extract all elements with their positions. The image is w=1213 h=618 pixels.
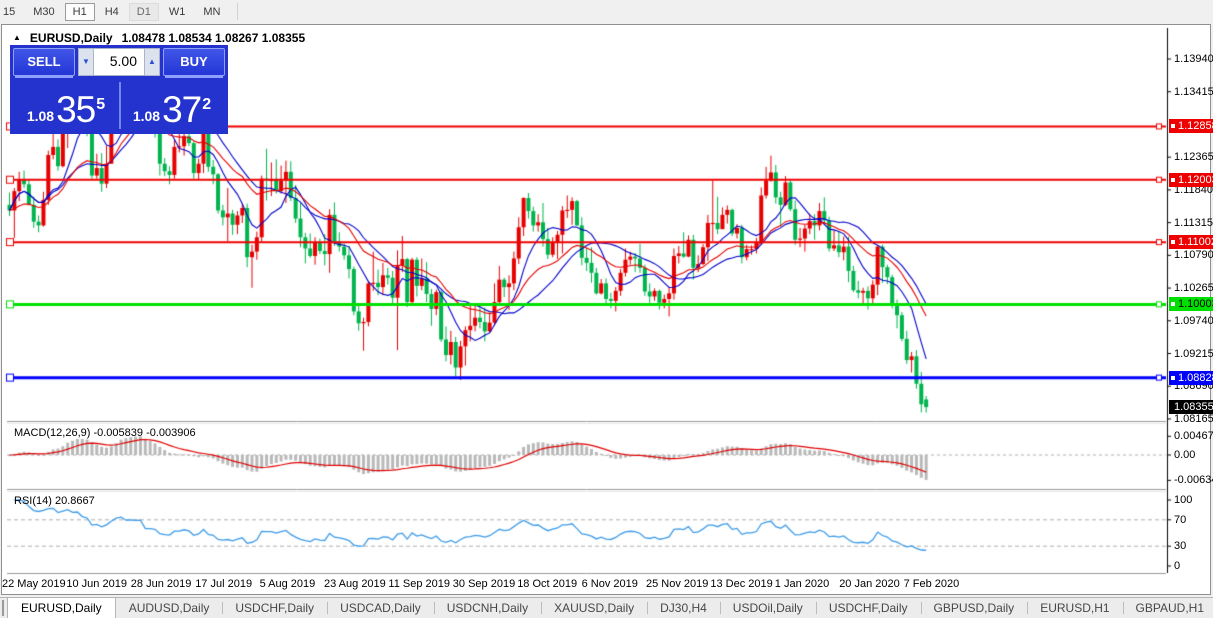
rsi-axis-tick: 0 [1174, 560, 1181, 572]
date-label: 11 Sep 2019 [388, 578, 450, 590]
price-axis-tick: 1.09215 [1174, 347, 1213, 360]
price-level-tag[interactable]: 1.08828 [1169, 370, 1213, 385]
tab-gbpaud-h1[interactable]: GBPAUD,H1 [1122, 598, 1213, 618]
tabbar-grip[interactable] [2, 600, 4, 616]
tab-audusd-daily[interactable]: AUDUSD,Daily [116, 598, 223, 618]
date-label: 1 Jan 2020 [774, 578, 830, 590]
sell-button[interactable]: SELL [13, 48, 75, 76]
date-label: 17 Jul 2019 [195, 578, 253, 590]
price-level-tag[interactable]: 1.12858 [1169, 119, 1213, 134]
sell-price-big: 35 [56, 89, 96, 130]
volume-stepper: ▼ 5.00 ▲ [78, 48, 160, 76]
buy-button[interactable]: BUY [163, 48, 225, 76]
chart-symbol-label: EURUSD,Daily [29, 31, 113, 45]
tab-usdcad-daily[interactable]: USDCAD,Daily [327, 598, 434, 618]
price-axis-tick: 1.10265 [1174, 282, 1213, 295]
macd-axis-tick: -0.00634 [1174, 474, 1213, 487]
date-label: 10 Jun 2019 [66, 578, 127, 590]
volume-field[interactable]: 5.00 [94, 48, 144, 76]
tab-usdchf-daily[interactable]: USDCHF,Daily [815, 598, 921, 618]
date-label: 28 Jun 2019 [130, 578, 192, 590]
date-label: 23 Aug 2019 [324, 578, 386, 590]
timeframe-button-MN[interactable]: MN [195, 3, 228, 21]
chart-title: ▲ EURUSD,Daily 1.08478 1.08534 1.08267 1… [13, 31, 305, 45]
price-level-tag[interactable]: 1.12003 [1169, 172, 1213, 187]
tab-eurusd-h1[interactable]: EURUSD,H1 [1027, 598, 1122, 618]
date-label: 30 Sep 2019 [452, 578, 516, 590]
date-label: 7 Feb 2020 [903, 578, 960, 590]
timeframe-button-W1[interactable]: W1 [161, 3, 194, 21]
rsi-axis-tick: 100 [1174, 494, 1193, 506]
date-label: 20 Jan 2020 [839, 578, 900, 590]
date-label: 18 Oct 2019 [517, 578, 578, 590]
price-axis-tick: 1.12365 [1174, 151, 1213, 164]
price-axis-tick: 1.11315 [1174, 216, 1213, 229]
macd-axis-tick: 0.00 [1174, 449, 1196, 461]
price-axis-tick: 1.10790 [1174, 249, 1213, 262]
timeframe-button-D1[interactable]: D1 [128, 2, 159, 21]
sell-price-sup: 5 [96, 96, 106, 113]
buy-price-sup: 2 [202, 96, 212, 113]
date-label: 25 Nov 2019 [646, 578, 709, 590]
buy-price-prefix: 1.08 [132, 108, 161, 124]
volume-down-icon[interactable]: ▼ [78, 48, 94, 76]
price-axis-tick: 1.13940 [1174, 53, 1213, 65]
date-label: 5 Aug 2019 [259, 578, 316, 590]
chart-tab-bar: EURUSD,Daily AUDUSD,Daily USDCHF,Daily USDC… [0, 597, 1213, 618]
timeframe-button-15[interactable]: 15 [0, 3, 23, 21]
one-click-trading-panel: SELL ▼ 5.00 ▲ BUY 1.08 35 5 1.08 37 2 [10, 45, 228, 134]
rsi-axis-tick: 30 [1174, 540, 1187, 553]
date-label: 6 Nov 2019 [581, 578, 638, 590]
tab-usdoil-daily[interactable]: USDOil,Daily [719, 598, 816, 618]
volume-up-icon[interactable]: ▲ [144, 48, 160, 76]
timeframe-button-H1[interactable]: H1 [64, 2, 95, 21]
tab-gbpusd-daily[interactable]: GBPUSD,Daily [920, 598, 1028, 618]
tab-dj30-h4[interactable]: DJ30,H4 [647, 598, 720, 618]
tab-usdcnh-daily[interactable]: USDCNH,Daily [433, 598, 541, 618]
date-label: 22 May 2019 [2, 578, 66, 590]
price-axis-tick: 1.08165 [1174, 412, 1213, 425]
sell-price-prefix: 1.08 [26, 108, 55, 124]
buy-price-big: 37 [162, 89, 202, 130]
price-axis-tick: 1.09740 [1174, 314, 1213, 327]
sell-price[interactable]: 1.08 35 5 [13, 80, 119, 131]
price-level-tag[interactable]: 1.10003 [1169, 297, 1213, 312]
macd-axis-tick: 0.004679 [1174, 430, 1213, 443]
rsi-axis-tick: 70 [1174, 513, 1187, 526]
timeframe-button-H4[interactable]: H4 [97, 3, 127, 21]
rsi-label: RSI(14) 20.8667 [14, 495, 95, 507]
price-axis-tick: 1.13415 [1174, 85, 1213, 98]
tab-xauusd-daily[interactable]: XAUUSD,Daily [541, 598, 647, 618]
tab-usdchf-daily[interactable]: USDCHF,Daily [222, 598, 327, 618]
price-level-tag[interactable]: 1.11002 [1169, 235, 1213, 250]
timeframe-toolbar: 15 M30 H1 H4 D1 W1 MN [0, 0, 1213, 23]
toolbar-separator [237, 3, 239, 20]
current-price-tag: 1.08355 [1169, 400, 1213, 415]
date-label: 13 Dec 2019 [710, 578, 773, 590]
timeframe-button-M30[interactable]: M30 [25, 3, 62, 21]
tab-eurusd-daily[interactable]: EURUSD,Daily [7, 598, 116, 618]
macd-label: MACD(12,26,9) -0.005839 -0.003906 [14, 427, 196, 439]
collapse-triangle-icon[interactable]: ▲ [13, 33, 21, 43]
buy-price[interactable]: 1.08 37 2 [119, 80, 225, 131]
chart-ohlc-values: 1.08478 1.08534 1.08267 1.08355 [121, 31, 306, 45]
